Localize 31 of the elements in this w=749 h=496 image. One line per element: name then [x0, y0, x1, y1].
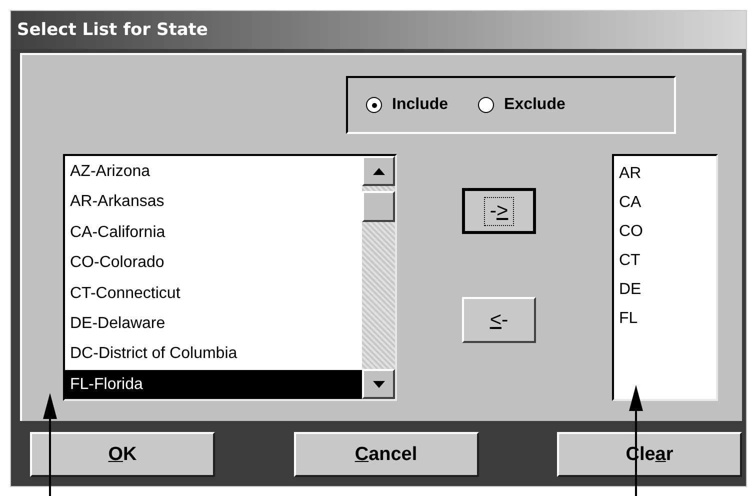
add-button[interactable]: -> — [462, 188, 536, 234]
list-item[interactable]: CA-California — [65, 218, 362, 248]
list-item[interactable]: AR — [619, 160, 716, 189]
list-item[interactable]: AR-Arkansas — [65, 187, 362, 218]
list-item[interactable]: AZ-Arizona — [65, 157, 362, 188]
caret-down-icon — [372, 380, 384, 388]
scroll-down-button[interactable] — [362, 369, 395, 399]
list-item[interactable]: DE-Delaware — [65, 308, 362, 340]
selected-list[interactable]: AR CA CO CT DE FL — [612, 154, 718, 401]
radio-label[interactable]: Exclude — [504, 96, 566, 114]
list-item[interactable]: DE — [619, 276, 716, 305]
list-item[interactable]: FL-Florida — [65, 370, 362, 399]
state-list[interactable]: AZ-Arizona AR-Arkansas CA-California CO-Colorado CT-Connecticut DE-Delaware DC-District of Columbia FL-Florida — [63, 154, 397, 401]
radio-button[interactable] — [478, 97, 494, 113]
remove-button[interactable]: <- — [462, 297, 536, 343]
cancel-button[interactable]: Cancel — [294, 432, 478, 477]
scroll-thumb[interactable] — [362, 191, 395, 222]
radio-button[interactable] — [366, 97, 382, 113]
list-item[interactable]: DC-District of Columbia — [65, 339, 362, 370]
window-title: Select List for State — [17, 20, 208, 40]
list-item[interactable]: CT-Connecticut — [65, 278, 362, 309]
list-item[interactable]: CA — [619, 189, 716, 218]
list-item[interactable]: CO-Colorado — [65, 248, 362, 279]
list-item[interactable]: CT — [619, 247, 716, 276]
ok-button[interactable]: OK — [30, 432, 215, 477]
radio-label[interactable]: Include — [392, 96, 448, 114]
scrollbar[interactable] — [362, 156, 395, 399]
caret-up-icon — [372, 168, 384, 174]
list-item[interactable]: FL — [619, 305, 716, 334]
scroll-up-button[interactable] — [362, 156, 395, 186]
list-item[interactable]: CO — [619, 218, 716, 247]
